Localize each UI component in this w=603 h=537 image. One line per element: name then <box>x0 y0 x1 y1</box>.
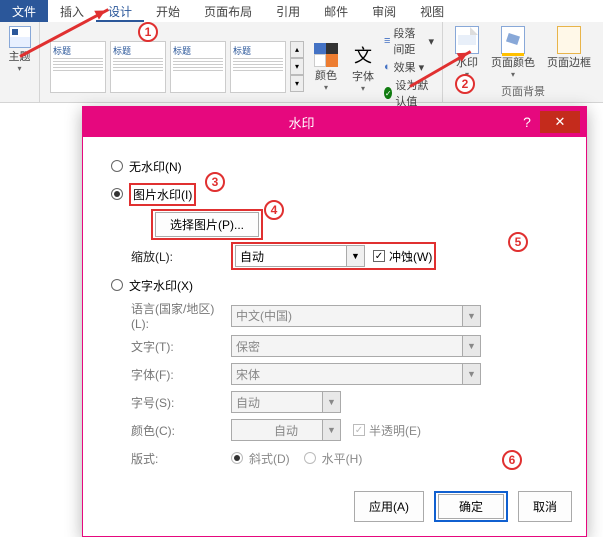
washout-label: 冲蚀(W) <box>389 248 432 265</box>
dialog-footer: 应用(A) 确定 取消 <box>83 485 586 536</box>
layout-label: 版式: <box>131 450 231 467</box>
lang-value: 中文(中国) <box>236 307 292 324</box>
color-value: 自动 <box>274 422 298 439</box>
dialog-body: 无水印(N) 图片水印(I) 选择图片(P)... 缩放(L): 自动 ▼ 冲蚀… <box>83 137 586 485</box>
tab-ref[interactable]: 引用 <box>264 0 312 22</box>
font-label: 字体(F): <box>131 366 231 383</box>
page-color-label: 页面颜色 <box>491 54 535 70</box>
gallery-item[interactable]: 标题 <box>50 41 106 93</box>
callout-6: 6 <box>502 450 522 470</box>
cancel-button[interactable]: 取消 <box>518 491 572 522</box>
radio-label: 无水印(N) <box>129 158 182 175</box>
page-border-button[interactable]: 页面边框 <box>541 24 597 81</box>
chevron-down-icon: ▼ <box>462 364 480 384</box>
radio-diagonal: 斜式(D) <box>231 450 290 467</box>
colors-icon <box>314 43 338 67</box>
tab-start[interactable]: 开始 <box>144 0 192 22</box>
ok-button[interactable]: 确定 <box>438 494 504 519</box>
dialog-titlebar: 水印 ? ✕ <box>83 107 586 137</box>
close-button[interactable]: ✕ <box>540 111 580 133</box>
chevron-down-icon: ▾ <box>17 64 21 73</box>
callout-5: 5 <box>508 232 528 252</box>
radio-label: 图片水印(I) <box>129 183 196 206</box>
fonts-button[interactable]: 文 字体▾ <box>344 40 382 95</box>
page-border-label: 页面边框 <box>547 54 591 70</box>
chevron-down-icon: ▼ <box>322 420 340 440</box>
radio-text-watermark[interactable]: 文字水印(X) <box>111 272 566 298</box>
tab-view[interactable]: 视图 <box>408 0 456 22</box>
style-gallery[interactable]: 标题 标题 标题 标题 ▴▾▾ <box>46 37 308 97</box>
font-value: 宋体 <box>236 366 260 383</box>
size-select: 自动 ▼ <box>231 391 341 413</box>
washout-checkbox[interactable]: 冲蚀(W) <box>373 248 432 265</box>
tab-file[interactable]: 文件 <box>0 0 48 22</box>
watermark-dialog: 水印 ? ✕ 无水印(N) 图片水印(I) 选择图片(P)... 缩放(L): … <box>82 106 587 537</box>
ribbon: 文件 插入 设计 开始 页面布局 引用 邮件 审阅 视图 主题 ▾ 标题 标题 … <box>0 0 603 103</box>
size-value: 自动 <box>236 394 260 411</box>
semi-label: 半透明(E) <box>369 422 421 439</box>
checkbox-icon <box>353 424 365 436</box>
tab-review[interactable]: 审阅 <box>360 0 408 22</box>
callout-1: 1 <box>138 22 158 42</box>
lang-label: 语言(国家/地区)(L): <box>131 300 231 331</box>
scale-select[interactable]: 自动 ▼ <box>235 245 365 267</box>
color-select: 自动 ▼ <box>231 419 341 441</box>
radio-label: 文字水印(X) <box>129 277 193 294</box>
tab-layout[interactable]: 页面布局 <box>192 0 264 22</box>
set-default-button[interactable]: ✓设为默认值 <box>382 76 436 110</box>
radio-icon <box>304 452 316 464</box>
dialog-title: 水印 <box>89 113 514 132</box>
callout-2: 2 <box>455 74 475 94</box>
radio-icon <box>231 452 243 464</box>
checkbox-icon <box>373 250 385 262</box>
fonts-icon: 文 <box>350 42 376 68</box>
size-label: 字号(S): <box>131 394 231 411</box>
lang-select: 中文(中国) ▼ <box>231 305 481 327</box>
callout-3: 3 <box>205 172 225 192</box>
diag-label: 斜式(D) <box>249 450 290 467</box>
chevron-down-icon: ▼ <box>322 392 340 412</box>
group-theme: 主题 ▾ <box>0 22 40 102</box>
para-spacing-button[interactable]: ≡段落间距▾ <box>382 24 436 58</box>
help-button[interactable]: ? <box>514 114 540 130</box>
text-value: 保密 <box>236 338 260 355</box>
gallery-item[interactable]: 标题 <box>110 41 166 93</box>
page-border-icon <box>557 26 581 54</box>
gallery-item[interactable]: 标题 <box>170 41 226 93</box>
select-picture-button[interactable]: 选择图片(P)... <box>155 212 259 237</box>
callout-4: 4 <box>264 200 284 220</box>
group-label: 页面背景 <box>501 81 545 101</box>
page-color-icon <box>501 26 525 54</box>
chevron-down-icon: ▼ <box>346 246 364 266</box>
format-options: ≡段落间距▾ ◐效果▾ ✓设为默认值 <box>382 24 436 110</box>
chevron-down-icon: ▼ <box>462 306 480 326</box>
scale-label: 缩放(L): <box>131 248 231 265</box>
gallery-scroll[interactable]: ▴▾▾ <box>290 41 304 93</box>
radio-picture-watermark[interactable]: 图片水印(I) <box>111 181 566 207</box>
radio-icon <box>111 160 123 172</box>
ribbon-body: 主题 ▾ 标题 标题 标题 标题 ▴▾▾ 颜色▾ 文 字体▾ <box>0 22 603 102</box>
page-color-button[interactable]: 页面颜色▾ <box>485 24 541 81</box>
horiz-label: 水平(H) <box>322 450 363 467</box>
scale-value: 自动 <box>240 248 264 265</box>
apply-button[interactable]: 应用(A) <box>354 491 424 522</box>
theme-icon <box>9 26 31 48</box>
radio-no-watermark[interactable]: 无水印(N) <box>111 153 566 179</box>
gallery-item[interactable]: 标题 <box>230 41 286 93</box>
text-select: 保密 ▼ <box>231 335 481 357</box>
colors-label: 颜色 <box>315 67 337 83</box>
chevron-down-icon: ▼ <box>462 336 480 356</box>
tab-mail[interactable]: 邮件 <box>312 0 360 22</box>
color-label: 颜色(C): <box>131 422 231 439</box>
group-doc-format: 标题 标题 标题 标题 ▴▾▾ 颜色▾ 文 字体▾ ≡段落间距▾ ◐效果▾ <box>40 22 443 102</box>
semi-checkbox: 半透明(E) <box>353 422 421 439</box>
colors-button[interactable]: 颜色▾ <box>308 41 344 94</box>
radio-icon <box>111 279 123 291</box>
text-label: 文字(T): <box>131 338 231 355</box>
font-select: 宋体 ▼ <box>231 363 481 385</box>
radio-horizontal: 水平(H) <box>304 450 363 467</box>
radio-icon <box>111 188 123 200</box>
fonts-label: 字体 <box>352 68 374 84</box>
